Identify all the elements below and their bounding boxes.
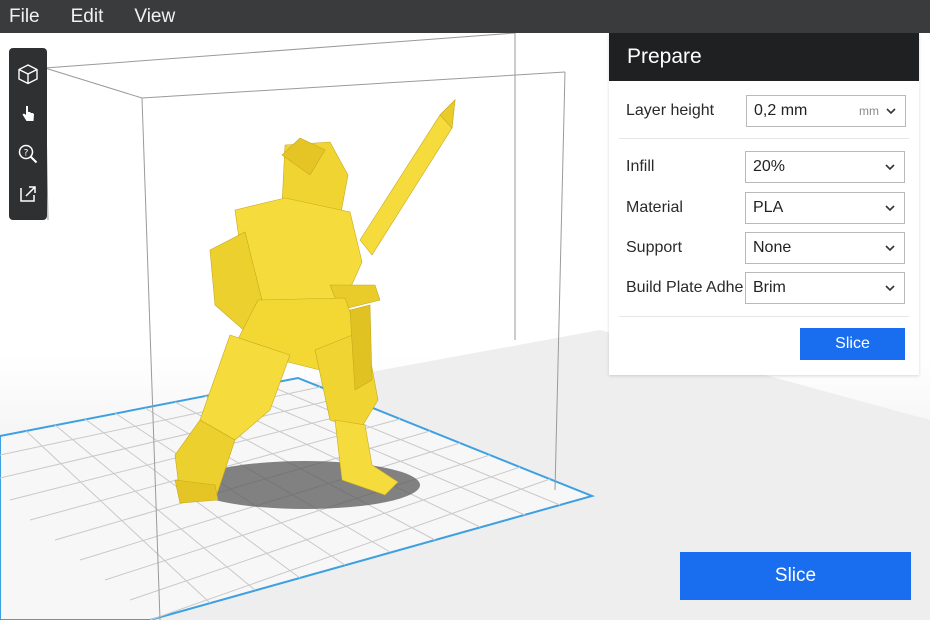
zoom-help-icon: ? — [18, 144, 38, 164]
layer-height-unit: mm — [859, 104, 879, 118]
support-label: Support — [626, 239, 683, 256]
menu-file[interactable]: File — [9, 6, 40, 28]
material-value: PLA — [753, 199, 784, 216]
zoom-help-button[interactable]: ? — [13, 139, 43, 169]
infill-row: Infill 20% — [609, 147, 919, 187]
panel-slice-button[interactable]: Slice — [800, 328, 905, 360]
menu-view[interactable]: View — [134, 6, 175, 28]
chevron-down-icon — [885, 285, 895, 292]
chevron-down-icon — [885, 164, 895, 171]
pan-tool-button[interactable] — [13, 99, 43, 129]
layer-height-label: Layer height — [626, 102, 715, 119]
support-select[interactable]: None — [745, 232, 905, 264]
infill-value: 20% — [753, 158, 786, 175]
layer-height-value: 0,2 mm — [754, 102, 808, 119]
adhesion-row: Build Plate Adhe Brim — [609, 268, 919, 308]
menu-bar: File Edit View — [0, 0, 930, 33]
open-external-icon — [20, 186, 36, 202]
adhesion-select[interactable]: Brim — [745, 272, 905, 304]
panel-divider — [619, 138, 909, 139]
material-select[interactable]: PLA — [745, 192, 905, 224]
slice-button[interactable]: Slice — [680, 552, 911, 600]
view-toolbar: ? — [9, 48, 47, 220]
open-external-button[interactable] — [13, 179, 43, 209]
panel-divider — [619, 316, 909, 317]
prepare-panel: Prepare Layer height 0,2 mm mm Infill 20… — [609, 33, 919, 375]
layer-height-row: Layer height 0,2 mm mm — [609, 91, 919, 131]
material-label: Material — [626, 199, 683, 216]
adhesion-label: Build Plate Adhe — [626, 279, 744, 296]
infill-select[interactable]: 20% — [745, 151, 905, 183]
support-value: None — [753, 239, 792, 256]
adhesion-value: Brim — [753, 279, 786, 296]
material-row: Material PLA — [609, 188, 919, 228]
cube-view-button[interactable] — [13, 59, 43, 89]
chevron-down-icon — [885, 245, 895, 252]
layer-height-select[interactable]: 0,2 mm mm — [746, 95, 906, 127]
cube-icon — [18, 64, 38, 85]
chevron-down-icon — [886, 108, 896, 115]
svg-text:?: ? — [24, 149, 29, 159]
menu-edit[interactable]: Edit — [71, 6, 104, 28]
support-row: Support None — [609, 228, 919, 268]
panel-title: Prepare — [609, 33, 919, 81]
infill-label: Infill — [626, 158, 655, 175]
hand-pointer-icon — [22, 106, 34, 121]
chevron-down-icon — [885, 205, 895, 212]
